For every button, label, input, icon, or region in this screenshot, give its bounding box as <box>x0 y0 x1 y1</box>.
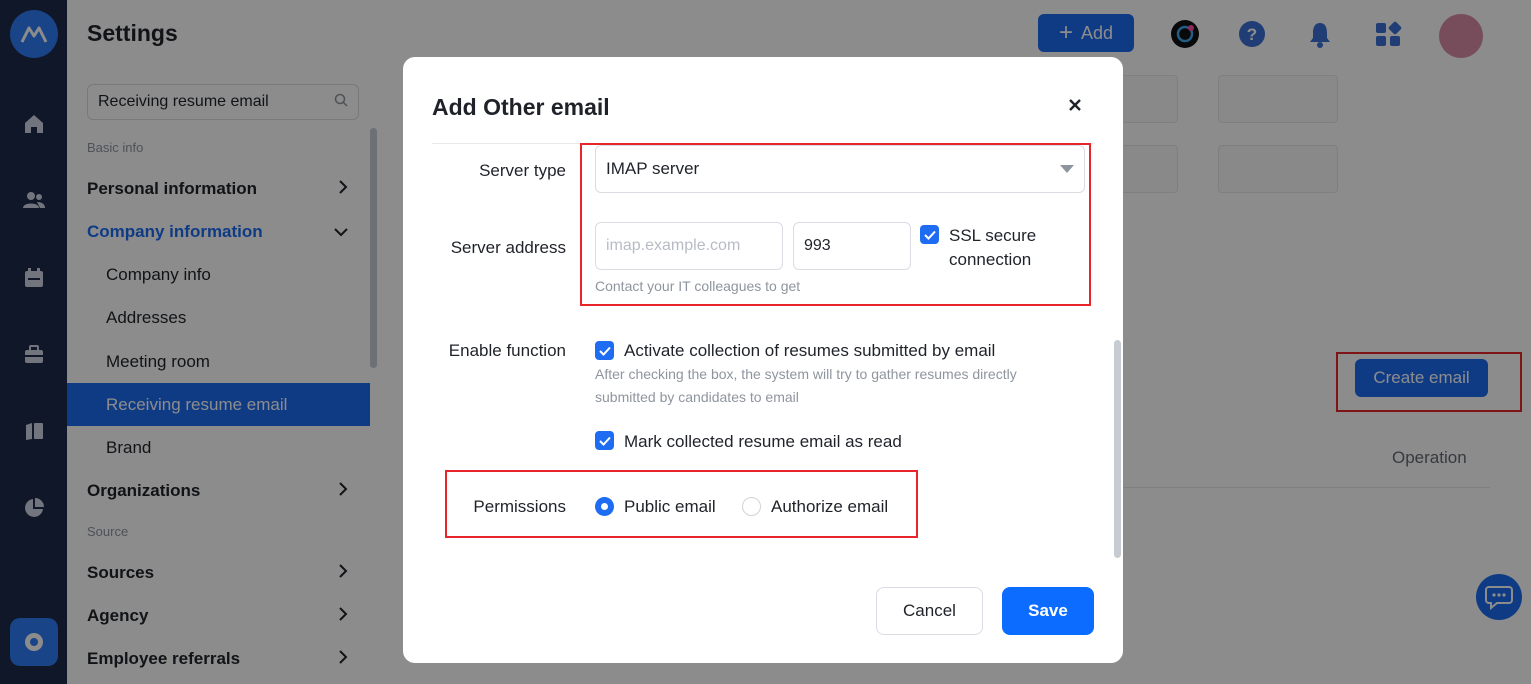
activate-collection-checkbox[interactable] <box>595 341 614 360</box>
mark-read-checkbox[interactable] <box>595 431 614 450</box>
save-button[interactable]: Save <box>1002 587 1094 635</box>
mark-read-label: Mark collected resume email as read <box>624 432 902 451</box>
checkmark-icon <box>598 346 611 356</box>
modal-scrollbar[interactable] <box>1114 340 1121 558</box>
close-icon[interactable] <box>1063 93 1087 117</box>
highlight-box <box>445 470 918 538</box>
activate-hint-line2: submitted by candidates to email <box>595 389 799 405</box>
add-email-modal: Add Other email Server type IMAP server … <box>403 57 1123 663</box>
server-address-label: Server address <box>450 238 566 257</box>
activate-collection-label: Activate collection of resumes submitted… <box>624 341 996 360</box>
activate-hint-line1: After checking the box, the system will … <box>595 366 1017 382</box>
cancel-button[interactable]: Cancel <box>876 587 983 635</box>
enable-function-label: Enable function <box>448 341 566 360</box>
modal-title: Add Other email <box>432 94 610 120</box>
server-type-label: Server type <box>479 161 566 180</box>
highlight-box <box>580 143 1091 306</box>
checkmark-icon <box>598 436 611 446</box>
